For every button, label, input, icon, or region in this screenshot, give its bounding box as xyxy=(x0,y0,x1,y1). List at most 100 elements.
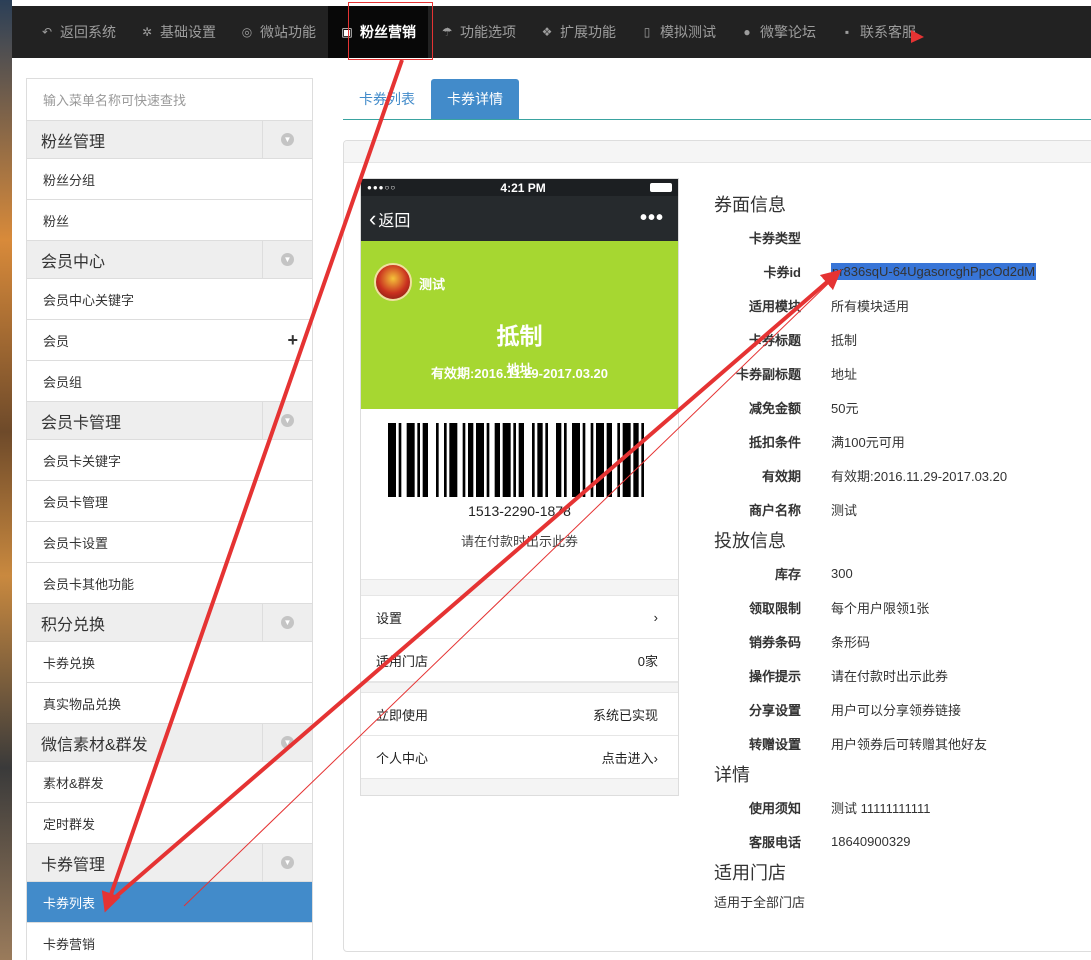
phone-row-use-now[interactable]: 立即使用 系统已实现 xyxy=(361,693,678,736)
chevron-toggle[interactable]: ▼ xyxy=(262,843,312,882)
barcode-bar xyxy=(537,423,543,497)
sidebar-item-member-groups[interactable]: 会员组 xyxy=(27,361,312,402)
sidebar-item-label: 真实物品兑换 xyxy=(43,696,122,712)
info-row: 适用模块 所有模块适用 xyxy=(714,288,1084,322)
barcode-area: 1513-2290-1878 请在付款时出示此券 xyxy=(361,409,678,579)
info-row: 客服电话 18640900329 xyxy=(714,824,1084,858)
chevron-toggle[interactable]: ▼ xyxy=(262,120,312,159)
tab-coupon-detail[interactable]: 卡券详情 xyxy=(431,79,519,119)
sidebar-item-coupon-marketing[interactable]: 卡券营销 xyxy=(27,923,312,960)
section-distribution-info: 投放信息 xyxy=(714,531,786,551)
barcode-bar xyxy=(596,423,604,497)
nav-label: 返回系统 xyxy=(60,24,116,40)
phone-back-button[interactable]: ‹ 返回 xyxy=(369,207,410,231)
nav-basic-settings[interactable]: ✲ 基础设置 xyxy=(128,6,228,58)
sidebar-menu: 输入菜单名称可快速查找 粉丝管理 ▼ 粉丝分组 粉丝 会员中心 ▼ 会员中心关键字 … xyxy=(26,78,313,960)
barcode-bar xyxy=(388,423,396,497)
nav-function-options[interactable]: ☂ 功能选项 xyxy=(428,6,528,58)
info-value: 抵制 xyxy=(831,332,858,348)
coupon-id-value[interactable]: pr836sqU-64UgasorcghPpcOd2dM xyxy=(831,262,1037,280)
sidebar-group-points[interactable]: 积分兑换 ▼ xyxy=(27,603,312,642)
sidebar-item-card-other[interactable]: 会员卡其他功能 xyxy=(27,563,312,604)
row-label: 个人中心 xyxy=(376,750,429,766)
sidebar-item-coupon-exchange[interactable]: 卡券兑换 xyxy=(27,642,312,683)
chevron-toggle[interactable]: ▼ xyxy=(262,723,312,762)
sidebar-item-fans[interactable]: 粉丝 xyxy=(27,200,312,241)
info-label: 转赠设置 xyxy=(748,736,801,752)
nav-microsite[interactable]: ◎ 微站功能 xyxy=(228,6,328,58)
chevron-toggle[interactable]: ▼ xyxy=(262,240,312,279)
coupon-title: 抵制 xyxy=(496,323,543,349)
barcode-bar xyxy=(532,423,535,497)
info-row: 卡券类型 xyxy=(714,220,1084,254)
barcode-bar xyxy=(641,423,644,497)
info-row: 转赠设置 用户领券后可转赠其他好友 xyxy=(714,726,1084,760)
barcode-bar xyxy=(622,423,631,497)
sidebar-item-card-settings[interactable]: 会员卡设置 xyxy=(27,522,312,563)
barcode-bar xyxy=(633,423,639,497)
sidebar-item-member-keywords[interactable]: 会员中心关键字 xyxy=(27,279,312,320)
tab-coupon-list[interactable]: 卡券列表 xyxy=(343,79,431,119)
sidebar-item-fan-groups[interactable]: 粉丝分组 xyxy=(27,159,312,200)
navbar-inner: ↶ 返回系统 ✲ 基础设置 ◎ 微站功能 ▣ 粉丝营销 ☂ 功能选项 ❖ 扩展功能 ▯ 模拟测… xyxy=(12,6,1091,58)
sidebar-group-wechat-material[interactable]: 微信素材&群发 ▼ xyxy=(27,723,312,762)
info-label: 分享设置 xyxy=(748,702,801,718)
nav-contact-service[interactable]: ▪ 联系客服 xyxy=(828,6,928,58)
sidebar-group-coupons[interactable]: 卡券管理 ▼ xyxy=(27,843,312,882)
chevron-down-icon: ▼ xyxy=(281,414,294,427)
barcode-bar xyxy=(606,423,612,497)
battery-icon xyxy=(650,183,672,192)
sidebar-item-timed-broadcast[interactable]: 定时群发 xyxy=(27,803,312,844)
barcode-bar xyxy=(590,423,594,497)
chevron-toggle[interactable]: ▼ xyxy=(262,401,312,440)
info-row: 使用须知 测试 11111111111 xyxy=(714,790,1084,824)
sidebar-group-member-cards[interactable]: 会员卡管理 ▼ xyxy=(27,401,312,440)
info-label: 适用模块 xyxy=(748,298,801,314)
chevron-down-icon: ▼ xyxy=(281,736,294,749)
phone-row-settings[interactable]: 设置 › xyxy=(361,596,678,639)
info-value: 用户可以分享领券链接 xyxy=(831,702,962,718)
sidebar-item-coupon-list[interactable]: 卡券列表 xyxy=(27,882,312,923)
info-row: 操作提示 请在付款时出示此券 xyxy=(714,658,1084,692)
coupon-info: 券面信息 卡券类型 卡券id pr836sqU-64UgasorcghPpcOd2d… xyxy=(714,190,1084,918)
phone-spacer xyxy=(361,682,678,693)
chevron-toggle[interactable]: ▼ xyxy=(262,603,312,642)
phone-row-personal[interactable]: 个人中心 点击进入› xyxy=(361,736,678,779)
nav-back-system[interactable]: ↶ 返回系统 xyxy=(28,6,128,58)
nav-extensions[interactable]: ❖ 扩展功能 xyxy=(528,6,628,58)
plus-icon[interactable]: + xyxy=(287,330,298,351)
sidebar-group-fans[interactable]: 粉丝管理 ▼ xyxy=(27,120,312,159)
info-row: 有效期 有效期:2016.11.29-2017.03.20 xyxy=(714,458,1084,492)
chevron-left-icon: ‹ xyxy=(369,205,377,231)
barcode-bar xyxy=(417,423,420,497)
background-image-strip xyxy=(0,0,12,960)
phone-title-bar: ‹ 返回 ••• xyxy=(361,196,678,241)
sidebar-group-member-center[interactable]: 会员中心 ▼ xyxy=(27,240,312,279)
row-value: 点击进入› xyxy=(601,750,658,766)
sidebar-item-card-manage[interactable]: 会员卡管理 xyxy=(27,481,312,522)
barcode-bar xyxy=(444,423,447,497)
sidebar-item-card-keywords[interactable]: 会员卡关键字 xyxy=(27,440,312,481)
barcode-bar xyxy=(502,423,511,497)
barcode-number: 1513-2290-1878 xyxy=(468,503,571,519)
info-label: 减免金额 xyxy=(748,400,801,416)
briefcase-icon: ▪ xyxy=(844,25,850,39)
phone-preview: ●●●○○ 4:21 PM ‹ 返回 ••• 测试 抵制 地址 有效期:2016.… xyxy=(360,178,679,796)
phone-row-stores[interactable]: 适用门店 0家 xyxy=(361,639,678,682)
more-icon[interactable]: ••• xyxy=(640,207,664,230)
sidebar-item-material-broadcast[interactable]: 素材&群发 xyxy=(27,762,312,803)
cubes-icon: ❖ xyxy=(541,25,553,39)
nav-simulate-test[interactable]: ▯ 模拟测试 xyxy=(628,6,728,58)
group-title: 微信素材&群发 xyxy=(41,736,148,754)
nav-forum[interactable]: ● 微擎论坛 xyxy=(728,6,828,58)
group-title: 积分兑换 xyxy=(41,616,106,634)
info-value: 300 xyxy=(831,565,853,581)
sidebar-item-goods-exchange[interactable]: 真实物品兑换 xyxy=(27,683,312,724)
row-label: 立即使用 xyxy=(376,707,429,723)
sidebar-item-members[interactable]: 会员 + xyxy=(27,320,312,361)
info-row: 分享设置 用户可以分享领券链接 xyxy=(714,692,1084,726)
info-label: 卡券标题 xyxy=(748,332,801,348)
sidebar-item-label: 会员卡设置 xyxy=(43,535,109,551)
info-label: 有效期 xyxy=(761,468,801,484)
menu-search-input[interactable]: 输入菜单名称可快速查找 xyxy=(27,79,312,121)
